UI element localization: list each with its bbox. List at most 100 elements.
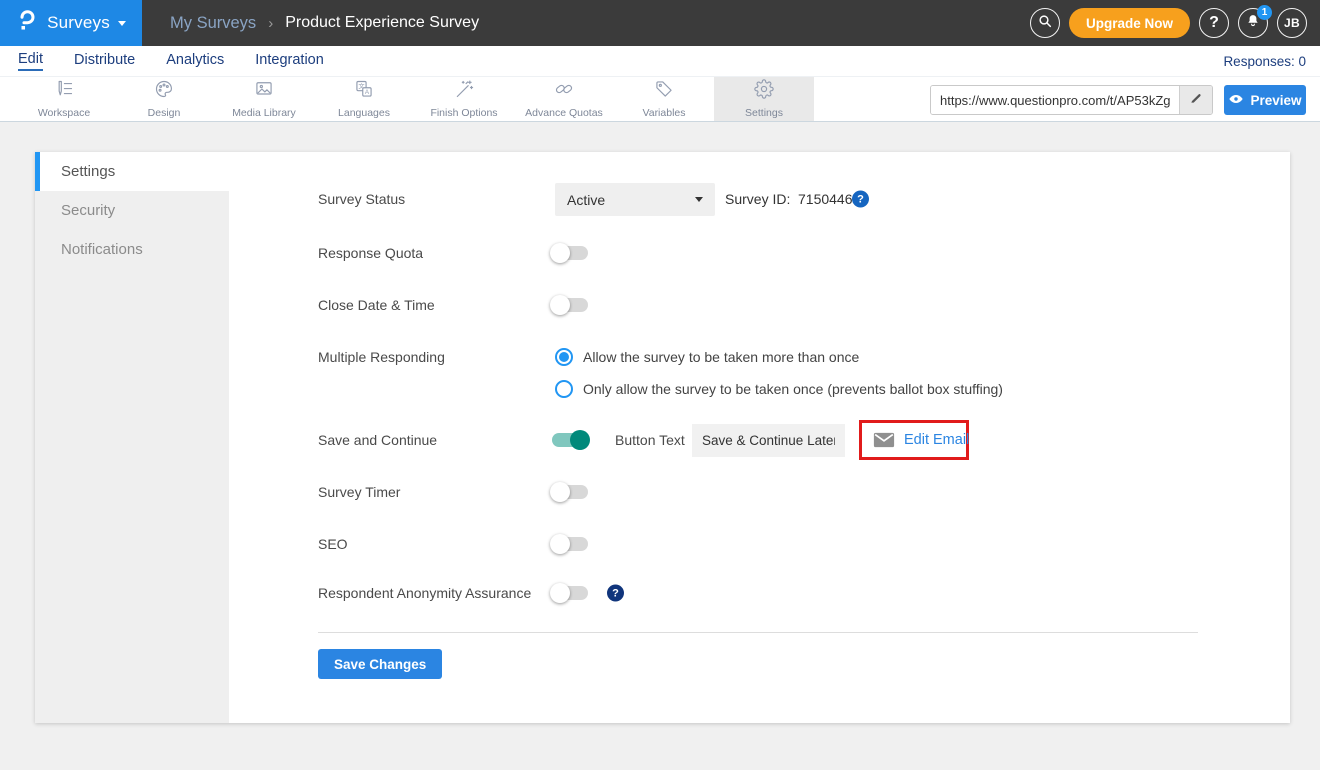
survey-id-label: Survey ID:: [725, 191, 790, 207]
product-switcher-label: Surveys: [47, 13, 110, 33]
save-and-continue-toggle[interactable]: [552, 433, 588, 447]
languages-icon: 文A: [354, 79, 374, 104]
respondent-anonymity-toggle[interactable]: [552, 586, 588, 600]
sidebar-item-security[interactable]: Security: [35, 191, 229, 230]
toggle-knob: [570, 430, 590, 450]
toolbar-tab-finish-options[interactable]: Finish Options: [414, 77, 514, 121]
finish-options-icon: [454, 79, 474, 104]
button-text-label: Button Text: [615, 432, 685, 448]
breadcrumb-separator: ›: [268, 15, 273, 32]
survey-status-value: Active: [567, 192, 605, 208]
page-background: Settings Security Notifications Survey S…: [0, 122, 1320, 770]
advance-quotas-icon: [554, 79, 574, 104]
toolbar-tab-label: Workspace: [38, 107, 90, 119]
survey-url-input[interactable]: [931, 86, 1179, 114]
breadcrumb-current: Product Experience Survey: [285, 14, 479, 32]
toolbar-tab-settings[interactable]: Settings: [714, 77, 814, 121]
toolbar-tab-media-library[interactable]: Media Library: [214, 77, 314, 121]
preview-label: Preview: [1250, 93, 1301, 108]
survey-id-help-icon[interactable]: ?: [852, 191, 869, 208]
edit-toolbar: Workspace Design Media Library 文A Langua…: [0, 76, 1320, 122]
toolbar-tab-languages[interactable]: 文A Languages: [314, 77, 414, 121]
response-quota-label: Response Quota: [318, 245, 423, 261]
close-date-time-toggle[interactable]: [552, 298, 588, 312]
toggle-knob: [550, 482, 570, 502]
help-button[interactable]: ?: [1199, 8, 1229, 38]
breadcrumb-parent[interactable]: My Surveys: [170, 14, 256, 33]
radio-only-once[interactable]: Only allow the survey to be taken once (…: [555, 380, 1003, 398]
toolbar-tab-variables[interactable]: Variables: [614, 77, 714, 121]
notifications-button[interactable]: 1: [1238, 8, 1268, 38]
toggle-knob: [550, 583, 570, 603]
edit-url-button[interactable]: [1179, 86, 1212, 114]
respondent-anonymity-help-icon[interactable]: ?: [607, 585, 624, 602]
toggle-knob: [550, 534, 570, 554]
toolbar-tab-design[interactable]: Design: [114, 77, 214, 121]
avatar-initials: JB: [1284, 16, 1300, 30]
workspace-icon: [54, 79, 74, 104]
chevron-down-icon: [118, 21, 126, 26]
toolbar-tab-label: Design: [148, 107, 181, 119]
multiple-responding-label: Multiple Responding: [318, 349, 445, 365]
radio-selected-icon: [555, 348, 573, 366]
survey-url-group: [930, 85, 1213, 115]
breadcrumb: My Surveys › Product Experience Survey: [170, 14, 479, 33]
user-avatar[interactable]: JB: [1277, 8, 1307, 38]
toolbar-tab-label: Media Library: [232, 107, 296, 119]
tab-analytics[interactable]: Analytics: [166, 52, 224, 70]
tab-edit[interactable]: Edit: [18, 51, 43, 71]
respondent-anonymity-label: Respondent Anonymity Assurance: [318, 585, 531, 601]
responses-count: Responses: 0: [1223, 54, 1306, 69]
toolbar-tab-label: Settings: [745, 107, 783, 119]
survey-id-value: 7150446: [798, 191, 853, 207]
variables-icon: [654, 79, 674, 104]
response-quota-toggle[interactable]: [552, 246, 588, 260]
radio-allow-multiple[interactable]: Allow the survey to be taken more than o…: [555, 348, 859, 366]
preview-button[interactable]: Preview: [1224, 85, 1306, 115]
questionpro-logo-icon: [16, 9, 39, 37]
button-text-input[interactable]: [692, 424, 845, 457]
media-library-icon: [254, 79, 274, 104]
survey-timer-label: Survey Timer: [318, 484, 400, 500]
toolbar-tab-advance-quotas[interactable]: Advance Quotas: [514, 77, 614, 121]
radio-option-label: Allow the survey to be taken more than o…: [583, 349, 859, 365]
toolbar-tab-label: Advance Quotas: [525, 107, 603, 119]
edit-email-highlight: Edit Email: [859, 420, 969, 460]
sidebar-item-notifications[interactable]: Notifications: [35, 230, 229, 269]
form-divider: [318, 632, 1198, 633]
design-icon: [154, 79, 174, 104]
save-changes-button[interactable]: Save Changes: [318, 649, 442, 679]
chevron-down-icon: [695, 197, 703, 202]
envelope-icon: [873, 432, 895, 448]
survey-timer-toggle[interactable]: [552, 485, 588, 499]
tab-distribute[interactable]: Distribute: [74, 52, 135, 70]
settings-sidebar: Settings Security Notifications: [35, 152, 229, 723]
survey-status-label: Survey Status: [318, 191, 405, 207]
toolbar-tab-label: Variables: [643, 107, 686, 119]
settings-icon: [754, 79, 774, 104]
search-button[interactable]: [1030, 8, 1060, 38]
notification-badge: 1: [1257, 5, 1272, 20]
upgrade-now-button[interactable]: Upgrade Now: [1069, 8, 1190, 38]
tab-integration[interactable]: Integration: [255, 52, 324, 70]
sidebar-item-settings[interactable]: Settings: [35, 152, 229, 191]
survey-status-select[interactable]: Active: [555, 183, 715, 216]
save-and-continue-label: Save and Continue: [318, 432, 437, 448]
seo-toggle[interactable]: [552, 537, 588, 551]
toolbar-tab-workspace[interactable]: Workspace: [14, 77, 114, 121]
pencil-icon: [1189, 91, 1203, 110]
toolbar-tab-label: Finish Options: [430, 107, 497, 119]
product-switcher[interactable]: Surveys: [0, 0, 142, 46]
seo-label: SEO: [318, 536, 348, 552]
toggle-knob: [550, 295, 570, 315]
radio-unselected-icon: [555, 380, 573, 398]
topbar-actions: Upgrade Now ? 1 JB: [1030, 8, 1320, 38]
search-icon: [1037, 13, 1053, 34]
question-mark-icon: ?: [1209, 14, 1219, 32]
close-date-time-label: Close Date & Time: [318, 297, 435, 313]
radio-option-label: Only allow the survey to be taken once (…: [583, 381, 1003, 397]
survey-nav: Edit Distribute Analytics Integration Re…: [0, 46, 1320, 76]
edit-email-link[interactable]: Edit Email: [904, 432, 969, 448]
eye-icon: [1228, 91, 1244, 110]
toolbar-tab-label: Languages: [338, 107, 390, 119]
